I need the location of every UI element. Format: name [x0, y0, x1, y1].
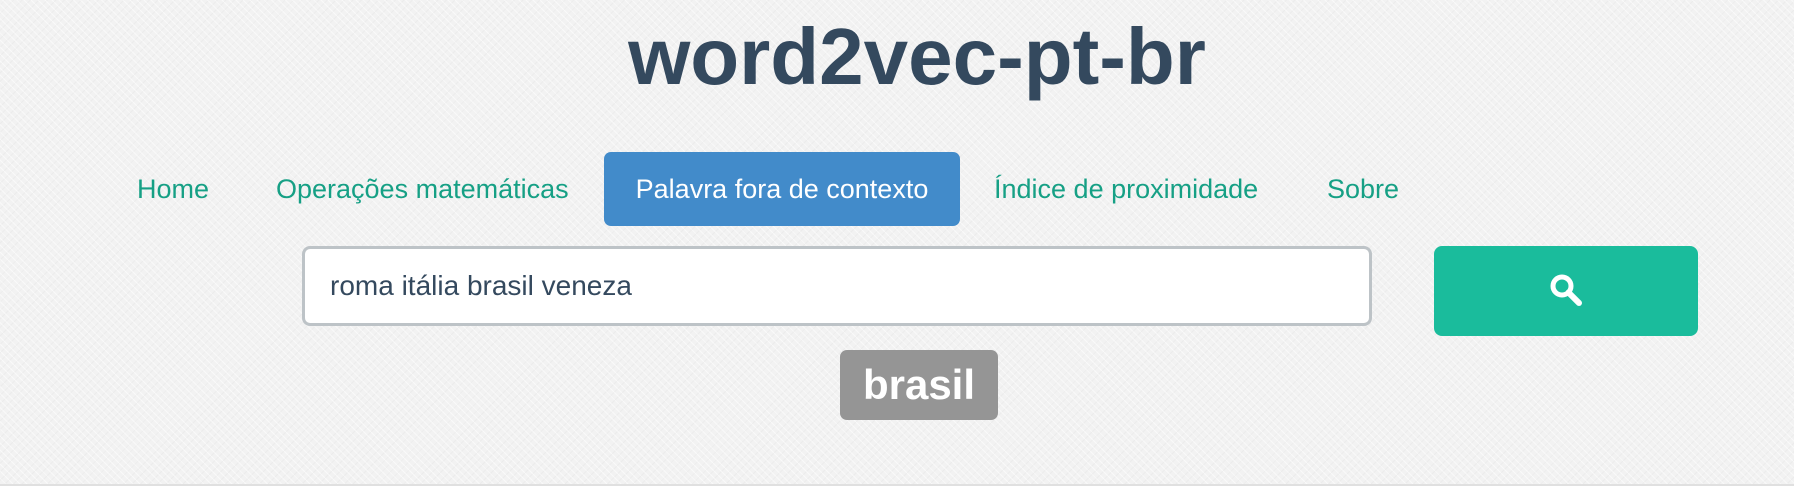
main-nav: Home Operações matemáticas Palavra fora …: [0, 152, 1794, 226]
nav-item-operacoes-matematicas[interactable]: Operações matemáticas: [276, 152, 569, 226]
nav-item-indice-de-proximidade[interactable]: Índice de proximidade: [994, 152, 1258, 226]
search-input[interactable]: [302, 246, 1372, 326]
nav-item-home[interactable]: Home: [137, 152, 209, 226]
page-title: word2vec-pt-br: [628, 12, 1206, 101]
search-button[interactable]: [1434, 246, 1698, 336]
result-word-badge: brasil: [840, 350, 998, 420]
nav-item-sobre[interactable]: Sobre: [1327, 152, 1399, 226]
search-icon: [1548, 272, 1584, 311]
nav-item-palavra-fora-de-contexto[interactable]: Palavra fora de contexto: [604, 152, 960, 226]
